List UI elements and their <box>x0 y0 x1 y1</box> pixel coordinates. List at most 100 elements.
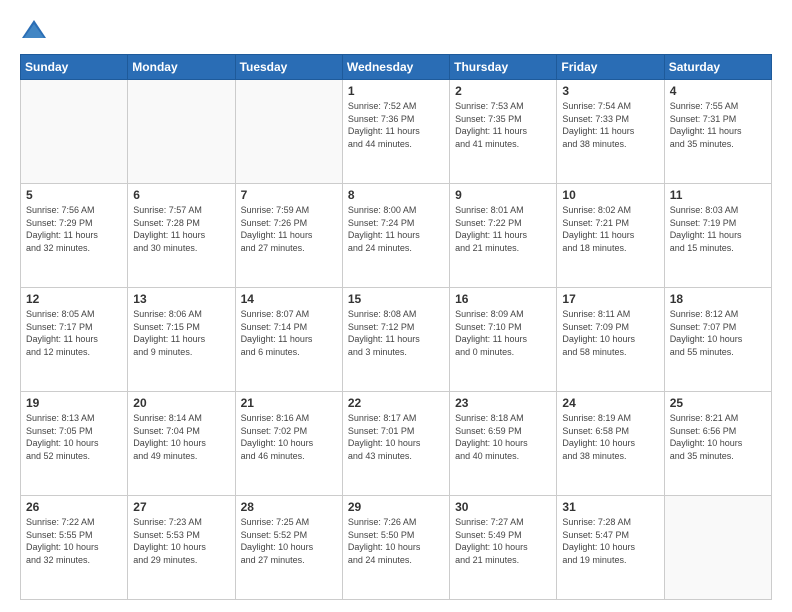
calendar-cell: 6 Sunrise: 7:57 AM Sunset: 7:28 PM Daylig… <box>128 184 235 288</box>
calendar-cell: 3 Sunrise: 7:54 AM Sunset: 7:33 PM Daylig… <box>557 80 664 184</box>
day-info: Sunrise: 8:14 AM Sunset: 7:04 PM Dayligh… <box>133 412 229 462</box>
calendar-week-row: 5 Sunrise: 7:56 AM Sunset: 7:29 PM Daylig… <box>21 184 772 288</box>
day-info: Sunrise: 8:18 AM Sunset: 6:59 PM Dayligh… <box>455 412 551 462</box>
calendar-cell: 15 Sunrise: 8:08 AM Sunset: 7:12 PM Dayli… <box>342 288 449 392</box>
day-number: 3 <box>562 84 658 98</box>
day-number: 25 <box>670 396 766 410</box>
day-number: 18 <box>670 292 766 306</box>
calendar-cell <box>128 80 235 184</box>
calendar-day-header: Friday <box>557 55 664 80</box>
day-info: Sunrise: 7:55 AM Sunset: 7:31 PM Dayligh… <box>670 100 766 150</box>
day-info: Sunrise: 8:09 AM Sunset: 7:10 PM Dayligh… <box>455 308 551 358</box>
calendar-cell: 16 Sunrise: 8:09 AM Sunset: 7:10 PM Dayli… <box>450 288 557 392</box>
day-number: 15 <box>348 292 444 306</box>
calendar-cell: 12 Sunrise: 8:05 AM Sunset: 7:17 PM Dayli… <box>21 288 128 392</box>
day-info: Sunrise: 8:02 AM Sunset: 7:21 PM Dayligh… <box>562 204 658 254</box>
calendar-cell: 8 Sunrise: 8:00 AM Sunset: 7:24 PM Daylig… <box>342 184 449 288</box>
day-number: 1 <box>348 84 444 98</box>
day-number: 22 <box>348 396 444 410</box>
calendar-cell: 21 Sunrise: 8:16 AM Sunset: 7:02 PM Dayli… <box>235 392 342 496</box>
calendar-cell: 14 Sunrise: 8:07 AM Sunset: 7:14 PM Dayli… <box>235 288 342 392</box>
calendar-cell: 30Sunrise: 7:27 AM Sunset: 5:49 PM Dayli… <box>450 496 557 600</box>
top-section <box>20 16 772 44</box>
day-info: Sunrise: 7:53 AM Sunset: 7:35 PM Dayligh… <box>455 100 551 150</box>
day-info: Sunrise: 7:22 AM Sunset: 5:55 PM Dayligh… <box>26 516 122 566</box>
calendar-cell: 5 Sunrise: 7:56 AM Sunset: 7:29 PM Daylig… <box>21 184 128 288</box>
day-info: Sunrise: 7:56 AM Sunset: 7:29 PM Dayligh… <box>26 204 122 254</box>
day-number: 13 <box>133 292 229 306</box>
calendar-week-row: 1 Sunrise: 7:52 AM Sunset: 7:36 PM Daylig… <box>21 80 772 184</box>
calendar-day-header: Thursday <box>450 55 557 80</box>
day-number: 8 <box>348 188 444 202</box>
calendar-cell: 10Sunrise: 8:02 AM Sunset: 7:21 PM Dayli… <box>557 184 664 288</box>
calendar-cell: 17 Sunrise: 8:11 AM Sunset: 7:09 PM Dayli… <box>557 288 664 392</box>
day-number: 5 <box>26 188 122 202</box>
calendar-cell: 31 Sunrise: 7:28 AM Sunset: 5:47 PM Dayli… <box>557 496 664 600</box>
day-info: Sunrise: 8:06 AM Sunset: 7:15 PM Dayligh… <box>133 308 229 358</box>
calendar-cell: 4 Sunrise: 7:55 AM Sunset: 7:31 PM Daylig… <box>664 80 771 184</box>
day-number: 20 <box>133 396 229 410</box>
calendar-header-row: SundayMondayTuesdayWednesdayThursdayFrid… <box>21 55 772 80</box>
day-info: Sunrise: 7:28 AM Sunset: 5:47 PM Dayligh… <box>562 516 658 566</box>
logo <box>20 16 52 44</box>
calendar-cell: 1 Sunrise: 7:52 AM Sunset: 7:36 PM Daylig… <box>342 80 449 184</box>
day-number: 21 <box>241 396 337 410</box>
calendar-day-header: Monday <box>128 55 235 80</box>
calendar-week-row: 26 Sunrise: 7:22 AM Sunset: 5:55 PM Dayli… <box>21 496 772 600</box>
logo-icon <box>20 16 48 44</box>
day-number: 14 <box>241 292 337 306</box>
day-number: 26 <box>26 500 122 514</box>
day-info: Sunrise: 8:21 AM Sunset: 6:56 PM Dayligh… <box>670 412 766 462</box>
day-info: Sunrise: 8:08 AM Sunset: 7:12 PM Dayligh… <box>348 308 444 358</box>
calendar-cell: 25 Sunrise: 8:21 AM Sunset: 6:56 PM Dayli… <box>664 392 771 496</box>
day-number: 24 <box>562 396 658 410</box>
day-number: 23 <box>455 396 551 410</box>
calendar-cell: 7 Sunrise: 7:59 AM Sunset: 7:26 PM Daylig… <box>235 184 342 288</box>
day-info: Sunrise: 8:11 AM Sunset: 7:09 PM Dayligh… <box>562 308 658 358</box>
day-number: 12 <box>26 292 122 306</box>
day-info: Sunrise: 8:17 AM Sunset: 7:01 PM Dayligh… <box>348 412 444 462</box>
calendar-cell: 18 Sunrise: 8:12 AM Sunset: 7:07 PM Dayli… <box>664 288 771 392</box>
calendar-cell: 28Sunrise: 7:25 AM Sunset: 5:52 PM Dayli… <box>235 496 342 600</box>
day-info: Sunrise: 8:12 AM Sunset: 7:07 PM Dayligh… <box>670 308 766 358</box>
day-number: 19 <box>26 396 122 410</box>
calendar-week-row: 12 Sunrise: 8:05 AM Sunset: 7:17 PM Dayli… <box>21 288 772 392</box>
calendar-cell: 11Sunrise: 8:03 AM Sunset: 7:19 PM Dayli… <box>664 184 771 288</box>
day-info: Sunrise: 8:03 AM Sunset: 7:19 PM Dayligh… <box>670 204 766 254</box>
day-number: 7 <box>241 188 337 202</box>
day-info: Sunrise: 7:27 AM Sunset: 5:49 PM Dayligh… <box>455 516 551 566</box>
calendar-cell: 19 Sunrise: 8:13 AM Sunset: 7:05 PM Dayli… <box>21 392 128 496</box>
day-info: Sunrise: 8:00 AM Sunset: 7:24 PM Dayligh… <box>348 204 444 254</box>
day-info: Sunrise: 8:13 AM Sunset: 7:05 PM Dayligh… <box>26 412 122 462</box>
calendar-day-header: Saturday <box>664 55 771 80</box>
calendar-cell: 22 Sunrise: 8:17 AM Sunset: 7:01 PM Dayli… <box>342 392 449 496</box>
day-number: 28 <box>241 500 337 514</box>
day-number: 9 <box>455 188 551 202</box>
day-info: Sunrise: 8:01 AM Sunset: 7:22 PM Dayligh… <box>455 204 551 254</box>
day-number: 31 <box>562 500 658 514</box>
day-number: 2 <box>455 84 551 98</box>
day-info: Sunrise: 7:57 AM Sunset: 7:28 PM Dayligh… <box>133 204 229 254</box>
calendar-table: SundayMondayTuesdayWednesdayThursdayFrid… <box>20 54 772 600</box>
calendar-cell: 26 Sunrise: 7:22 AM Sunset: 5:55 PM Dayli… <box>21 496 128 600</box>
calendar-cell <box>21 80 128 184</box>
calendar-cell: 9 Sunrise: 8:01 AM Sunset: 7:22 PM Daylig… <box>450 184 557 288</box>
day-number: 29 <box>348 500 444 514</box>
day-number: 16 <box>455 292 551 306</box>
day-info: Sunrise: 8:19 AM Sunset: 6:58 PM Dayligh… <box>562 412 658 462</box>
calendar-day-header: Tuesday <box>235 55 342 80</box>
day-number: 6 <box>133 188 229 202</box>
day-info: Sunrise: 7:23 AM Sunset: 5:53 PM Dayligh… <box>133 516 229 566</box>
calendar-cell: 29 Sunrise: 7:26 AM Sunset: 5:50 PM Dayli… <box>342 496 449 600</box>
day-info: Sunrise: 8:07 AM Sunset: 7:14 PM Dayligh… <box>241 308 337 358</box>
day-info: Sunrise: 8:16 AM Sunset: 7:02 PM Dayligh… <box>241 412 337 462</box>
day-info: Sunrise: 7:26 AM Sunset: 5:50 PM Dayligh… <box>348 516 444 566</box>
day-info: Sunrise: 7:59 AM Sunset: 7:26 PM Dayligh… <box>241 204 337 254</box>
calendar-cell: 13 Sunrise: 8:06 AM Sunset: 7:15 PM Dayli… <box>128 288 235 392</box>
day-number: 27 <box>133 500 229 514</box>
day-info: Sunrise: 7:52 AM Sunset: 7:36 PM Dayligh… <box>348 100 444 150</box>
day-info: Sunrise: 8:05 AM Sunset: 7:17 PM Dayligh… <box>26 308 122 358</box>
day-number: 17 <box>562 292 658 306</box>
day-number: 4 <box>670 84 766 98</box>
day-info: Sunrise: 7:54 AM Sunset: 7:33 PM Dayligh… <box>562 100 658 150</box>
